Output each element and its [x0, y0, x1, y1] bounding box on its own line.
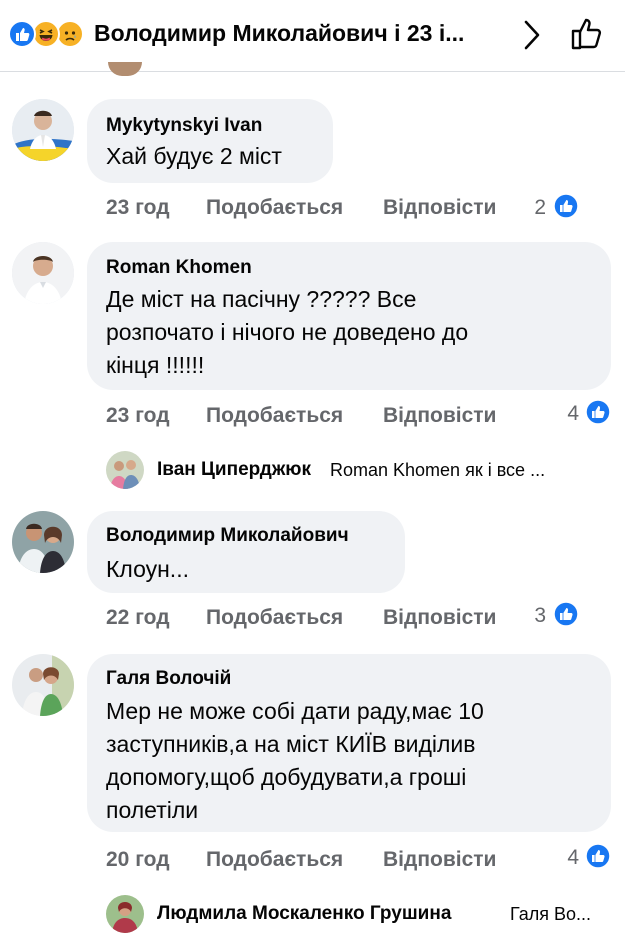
like-button[interactable]: Подобається [206, 606, 343, 630]
comment-author[interactable]: Володимир Миколайович [106, 525, 349, 547]
chevron-right-icon[interactable] [521, 18, 543, 52]
avatar[interactable] [106, 895, 144, 933]
comment-author[interactable]: Mykytynskyi Ivan [106, 115, 262, 137]
reaction-summary[interactable] [8, 20, 88, 48]
comment-text: Мер не може собі дати раду,має 10 заступ… [106, 698, 484, 823]
comment-author[interactable]: Roman Khomen [106, 257, 252, 279]
comment-time[interactable]: 23 год [106, 196, 170, 220]
comment-text: Клоун... [106, 556, 189, 582]
reply-author[interactable]: Людмила Москаленко Грушина [157, 903, 451, 925]
like-icon[interactable] [585, 399, 611, 425]
comment-text: Де міст на пасічну ????? Все розпочато і… [106, 286, 469, 378]
post-header: Володимир Миколайович і 23 і... [0, 0, 625, 76]
haha-icon [32, 20, 60, 48]
like-button[interactable]: Подобається [206, 196, 343, 220]
avatar[interactable] [12, 654, 74, 716]
like-icon [8, 20, 36, 48]
like-icon[interactable] [553, 601, 579, 627]
like-icon[interactable] [553, 193, 579, 219]
avatar[interactable] [12, 99, 74, 161]
avatar[interactable] [106, 451, 144, 489]
avatar [108, 62, 142, 76]
reply-button[interactable]: Відповісти [383, 848, 496, 872]
like-button[interactable]: Подобається [206, 848, 343, 872]
comment-time[interactable]: 23 год [106, 404, 170, 428]
reaction-count[interactable]: 2 [516, 196, 546, 220]
reply-button[interactable]: Відповісти [383, 606, 496, 630]
reply-button[interactable]: Відповісти [383, 404, 496, 428]
sad-icon [56, 20, 84, 48]
reaction-count[interactable]: 3 [516, 604, 546, 628]
like-outline-icon[interactable] [568, 14, 608, 54]
reply-preview-text[interactable]: Roman Khomen як і все ... [330, 460, 545, 481]
avatar[interactable] [12, 242, 74, 304]
comment-text: Хай будує 2 міст [106, 143, 282, 169]
avatar[interactable] [12, 511, 74, 573]
like-icon[interactable] [585, 843, 611, 869]
reply-preview-text[interactable]: Галя Во... [510, 904, 591, 925]
like-button[interactable]: Подобається [206, 404, 343, 428]
comment-time[interactable]: 22 год [106, 606, 170, 630]
reaction-count[interactable]: 4 [549, 402, 579, 426]
reply-button[interactable]: Відповісти [383, 196, 496, 220]
comment-author[interactable]: Галя Волочій [106, 668, 231, 690]
reaction-count[interactable]: 4 [549, 846, 579, 870]
comment-time[interactable]: 20 год [106, 848, 170, 872]
header-title[interactable]: Володимир Миколайович і 23 і... [94, 20, 464, 47]
reply-author[interactable]: Іван Циперджюк [157, 459, 311, 481]
